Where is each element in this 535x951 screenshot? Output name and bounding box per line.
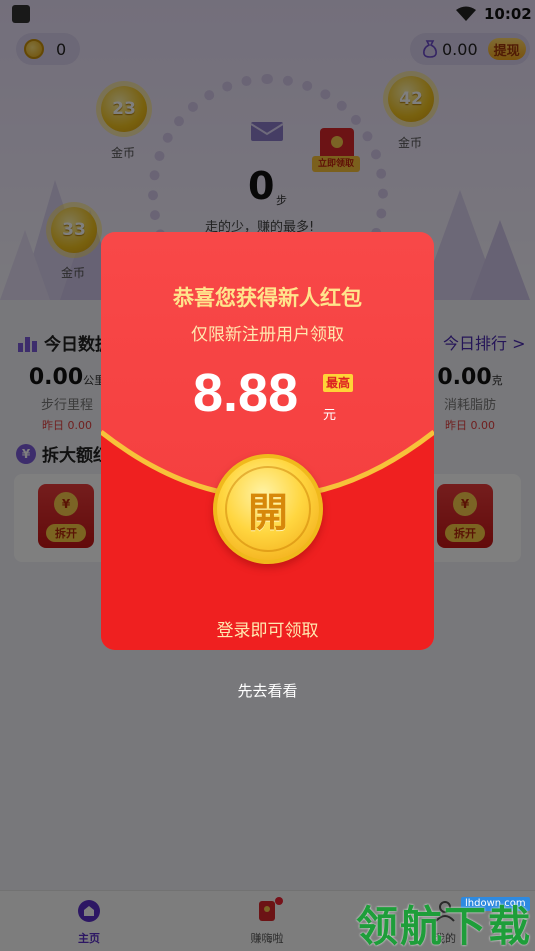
open-button-label: 開: [225, 466, 311, 552]
login-to-claim-link[interactable]: 登录即可领取: [101, 616, 434, 641]
reward-amount: 8.88: [193, 363, 299, 423]
new-user-red-packet-modal: 恭喜您获得新人红包 仅限新注册用户领取 8.88 最高 元 開 登录即可领取: [101, 232, 434, 650]
max-badge: 最高: [323, 374, 354, 392]
open-button[interactable]: 開: [213, 454, 323, 564]
currency-unit: 元: [323, 408, 337, 423]
modal-title: 恭喜您获得新人红包: [173, 286, 362, 310]
modal-subtitle: 仅限新注册用户领取: [191, 325, 344, 345]
look-around-link[interactable]: 先去看看: [0, 680, 535, 701]
watermark-logo: 领航下载: [356, 902, 533, 951]
